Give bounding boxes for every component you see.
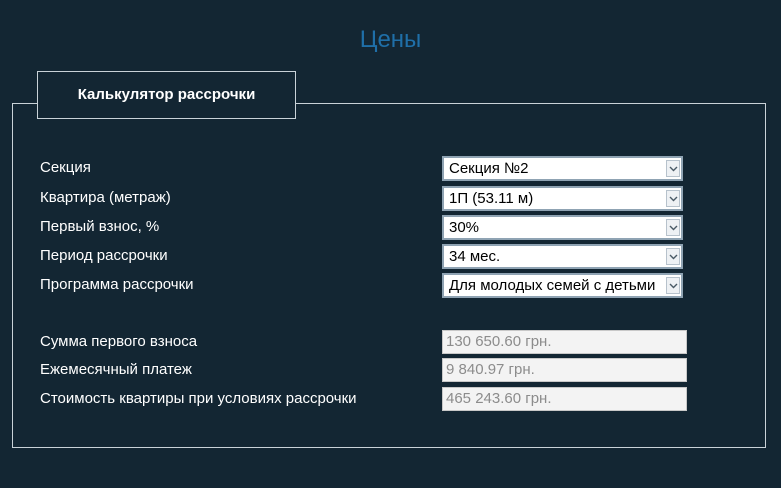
- section-select-value: Секция №2: [449, 160, 529, 177]
- apartment-select-value: 1П (53.11 м): [449, 190, 534, 207]
- chevron-down-icon[interactable]: [666, 190, 680, 207]
- apartment-select[interactable]: 1П (53.11 м): [442, 186, 683, 211]
- monthly-payment-field: 9 840.97 грн.: [442, 358, 687, 382]
- chevron-down-icon[interactable]: [666, 248, 680, 265]
- period-row: Период рассрочки 34 мес.: [40, 244, 690, 269]
- section-select[interactable]: Секция №2: [442, 156, 683, 181]
- monthly-payment-label: Ежемесячный платеж: [40, 361, 192, 378]
- down-payment-row: Первый взнос, % 30%: [40, 215, 690, 240]
- apartment-label: Квартира (метраж): [40, 189, 171, 206]
- monthly-payment-row: Ежемесячный платеж 9 840.97 грн.: [40, 358, 690, 382]
- calculator-tab[interactable]: Калькулятор рассрочки: [37, 71, 296, 119]
- chevron-down-icon[interactable]: [666, 160, 680, 177]
- section-label: Секция: [40, 159, 91, 176]
- section-row: Секция Секция №2: [40, 156, 690, 181]
- total-cost-label: Стоимость квартиры при условиях рассрочк…: [40, 390, 357, 407]
- down-payment-select[interactable]: 30%: [442, 215, 683, 240]
- period-select-value: 34 мес.: [449, 248, 501, 265]
- period-select[interactable]: 34 мес.: [442, 244, 683, 269]
- total-cost-row: Стоимость квартиры при условиях рассрочк…: [40, 387, 690, 411]
- program-row: Программа рассрочки Для молодых семей с …: [40, 273, 690, 298]
- period-label: Период рассрочки: [40, 247, 168, 264]
- down-payment-label: Первый взнос, %: [40, 218, 160, 235]
- program-select[interactable]: Для молодых семей с детьми: [442, 273, 683, 298]
- total-cost-field: 465 243.60 грн.: [442, 387, 687, 411]
- program-label: Программа рассрочки: [40, 276, 194, 293]
- down-payment-select-value: 30%: [449, 219, 480, 236]
- program-select-value: Для молодых семей с детьми: [449, 277, 656, 294]
- down-payment-sum-row: Сумма первого взноса 130 650.60 грн.: [40, 330, 690, 354]
- down-payment-sum-label: Сумма первого взноса: [40, 333, 198, 350]
- page-title: Цены: [359, 26, 422, 53]
- chevron-down-icon[interactable]: [666, 219, 680, 236]
- down-payment-sum-field: 130 650.60 грн.: [442, 330, 687, 354]
- apartment-row: Квартира (метраж) 1П (53.11 м): [40, 186, 690, 211]
- chevron-down-icon[interactable]: [666, 277, 680, 294]
